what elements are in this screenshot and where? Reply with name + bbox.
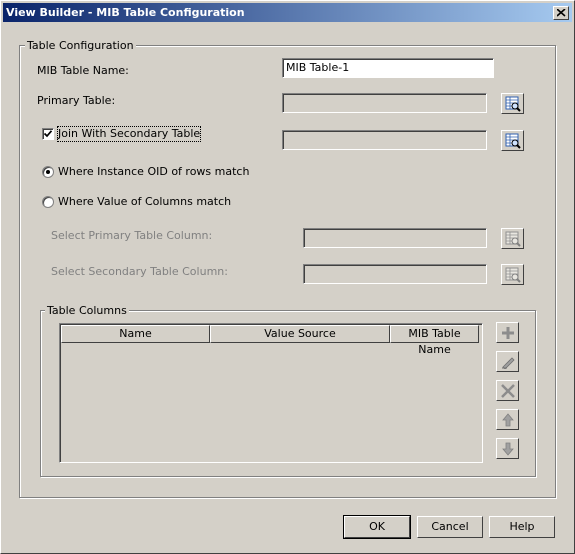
add-icon [502, 327, 514, 339]
move-up-icon [502, 413, 514, 427]
help-button[interactable]: Help [489, 516, 555, 538]
column-value-radio[interactable] [42, 196, 54, 208]
secondary-column-field [303, 264, 487, 284]
primary-column-field [303, 228, 487, 248]
window-title: View Builder - MIB Table Configuration [6, 6, 245, 19]
title-bar[interactable]: View Builder - MIB Table Configuration [3, 3, 572, 22]
primary-table-label: Primary Table: [37, 94, 116, 107]
mib-table-name-label: MIB Table Name: [37, 64, 129, 77]
secondary-column-lookup-button [501, 264, 524, 285]
column-header-mib-table-name[interactable]: MIB Table Name [390, 325, 479, 356]
move-up-button[interactable] [496, 409, 519, 430]
close-button[interactable] [553, 6, 569, 20]
primary-column-lookup-button [501, 228, 524, 249]
move-down-button[interactable] [496, 438, 519, 459]
dialog-window: View Builder - MIB Table Configuration T… [0, 0, 575, 554]
delete-column-button[interactable] [496, 380, 519, 401]
delete-icon [501, 384, 515, 398]
primary-table-field [282, 93, 487, 113]
radio-dot [46, 170, 50, 174]
join-secondary-label[interactable]: Join With Secondary Table [56, 126, 202, 142]
column-header-value-source[interactable]: Value Source [210, 325, 390, 343]
checkmark-icon [43, 130, 53, 138]
table-configuration-legend: Table Configuration [25, 39, 136, 52]
cancel-button[interactable]: Cancel [417, 516, 483, 538]
instance-oid-label[interactable]: Where Instance OID of rows match [58, 165, 249, 179]
table-columns-legend: Table Columns [45, 304, 129, 317]
ok-button[interactable]: OK [343, 515, 411, 539]
select-secondary-column-label: Select Secondary Table Column: [51, 265, 228, 278]
instance-oid-radio[interactable] [42, 166, 54, 178]
search-table-icon [505, 96, 521, 112]
secondary-table-field [282, 130, 487, 150]
search-table-icon [505, 231, 521, 247]
add-column-button[interactable] [496, 322, 519, 343]
column-header-name[interactable]: Name [61, 325, 210, 343]
table-columns-grid[interactable]: Name Value Source MIB Table Name [59, 323, 483, 463]
edit-icon [502, 357, 515, 369]
column-value-label[interactable]: Where Value of Columns match [58, 195, 231, 209]
move-down-icon [502, 442, 514, 456]
select-primary-column-label: Select Primary Table Column: [51, 229, 213, 242]
join-secondary-checkbox[interactable] [42, 128, 54, 140]
edit-column-button[interactable] [496, 351, 519, 372]
search-table-icon [505, 267, 521, 283]
close-icon [557, 9, 566, 17]
mib-table-name-input[interactable]: MIB Table-1 [282, 58, 494, 78]
primary-table-lookup-button[interactable] [501, 93, 524, 114]
secondary-table-lookup-button[interactable] [501, 130, 524, 151]
search-table-icon [505, 133, 521, 149]
